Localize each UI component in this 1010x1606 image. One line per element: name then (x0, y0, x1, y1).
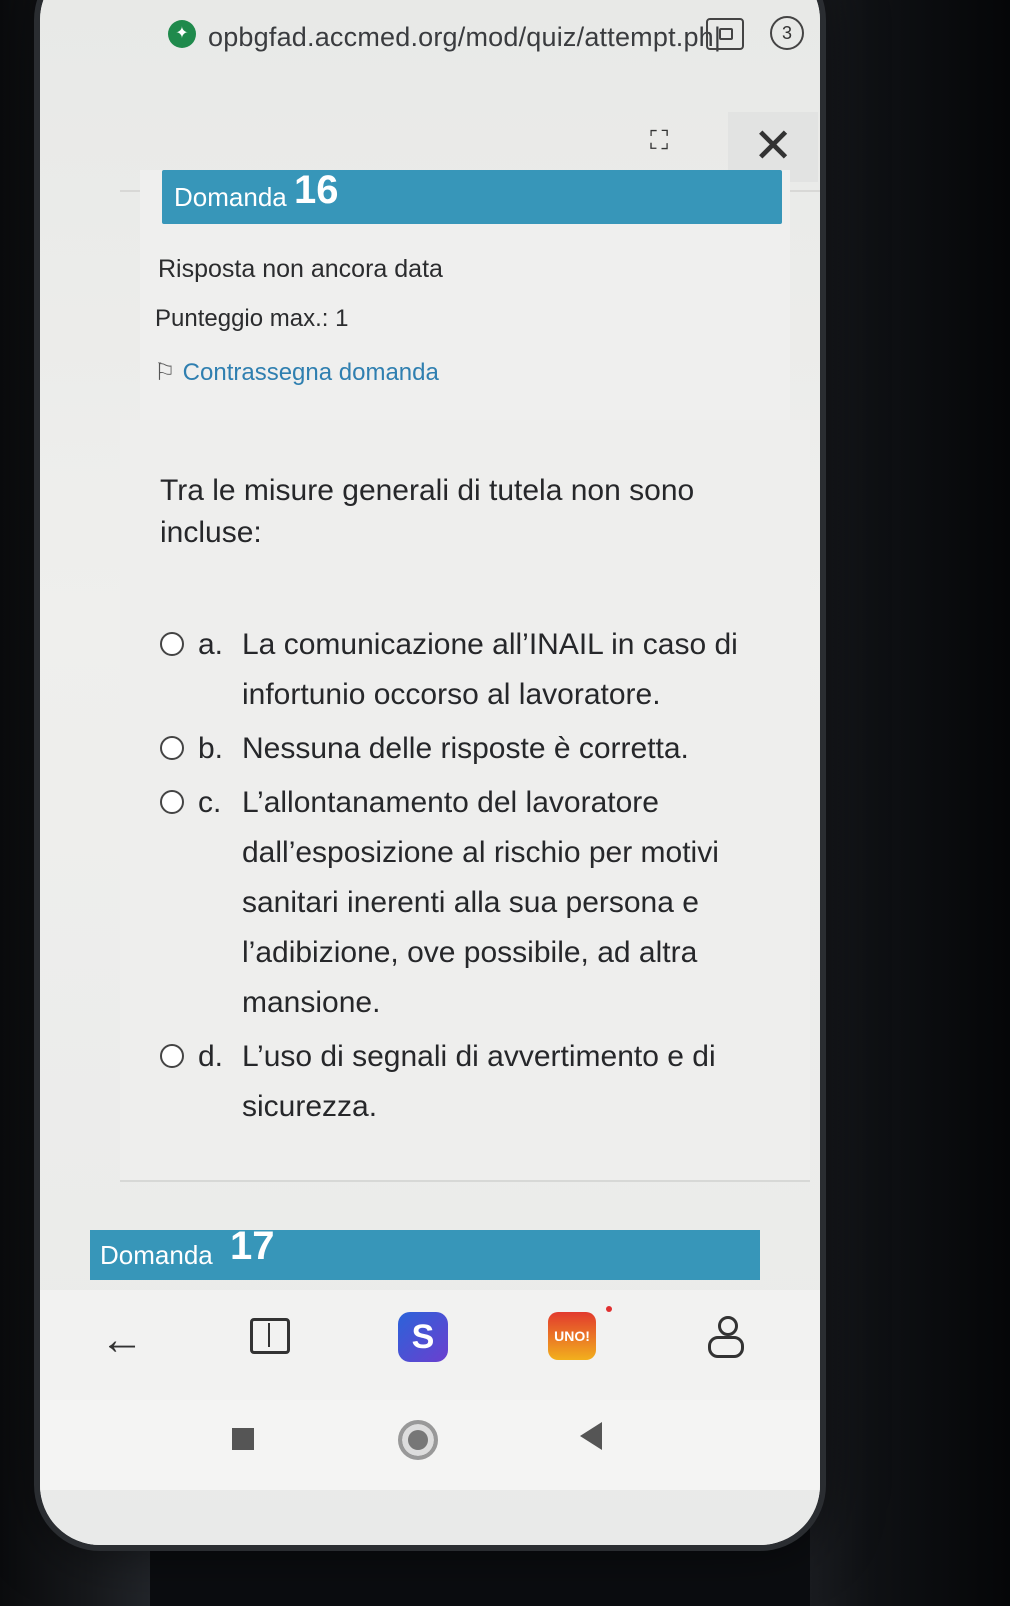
recents-icon[interactable] (232, 1428, 254, 1450)
system-nav-bar (40, 1400, 820, 1490)
collapse-icon[interactable]: ⛶ (650, 125, 680, 155)
app-s-icon[interactable]: S (398, 1312, 448, 1362)
answer-text: Nessuna delle risposte è corretta. (242, 732, 689, 765)
answer-letter: c. (198, 786, 222, 819)
home-icon[interactable] (398, 1420, 438, 1460)
answer-text: La comunicazione all’INAIL in caso di in… (242, 628, 738, 711)
url-text[interactable]: opbgfad.accmed.org/mod/quiz/attempt.ph| (208, 22, 721, 53)
next-question-label: Domanda (100, 1240, 213, 1270)
answer-option-d[interactable]: d. L’uso di segnali di avvertimento e di… (160, 1032, 800, 1132)
answer-letter: d. (198, 1040, 224, 1073)
book-icon[interactable] (250, 1318, 290, 1354)
answer-text: L’allontanamento del lavoratore dall’esp… (242, 786, 719, 1019)
flag-question-link[interactable]: ⚐ Contrassegna domanda (154, 358, 439, 387)
question-text: Tra le misure generali di tutela non son… (160, 474, 695, 549)
close-icon: ✕ (753, 120, 794, 173)
answer-letter: b. (198, 732, 224, 765)
question-number: 16 (294, 168, 339, 212)
browser-url-bar[interactable]: ✦ opbgfad.accmed.org/mod/quiz/attempt.ph… (40, 0, 820, 90)
radio-button[interactable] (160, 1044, 184, 1068)
question-info: Domanda 16 Risposta non ancora data Punt… (140, 168, 790, 420)
bottom-app-bar: ← S UNO! (40, 1290, 820, 1400)
question-label: Domanda (174, 182, 287, 212)
answer-letter: a. (198, 628, 224, 661)
question-banner: Domanda 16 (162, 168, 782, 224)
next-question-number: 17 (230, 1224, 275, 1268)
person-icon[interactable] (708, 1316, 744, 1360)
phone-frame: ✦ opbgfad.accmed.org/mod/quiz/attempt.ph… (40, 0, 820, 1545)
flag-icon: ⚐ (154, 359, 176, 386)
next-question-banner: Domanda 17 (90, 1224, 760, 1280)
secure-shield-icon: ✦ (168, 20, 196, 48)
radio-button[interactable] (160, 736, 184, 760)
question-score: Punteggio max.: 1 (155, 305, 349, 332)
briefcase-icon[interactable] (706, 18, 744, 50)
nav-back-icon[interactable] (580, 1422, 602, 1450)
answer-option-b[interactable]: b. Nessuna delle risposte è corretta. (160, 724, 800, 774)
radio-button[interactable] (160, 632, 184, 656)
question-content: Tra le misure generali di tutela non son… (120, 420, 810, 1182)
tab-count-button[interactable]: 3 (770, 16, 804, 50)
radio-button[interactable] (160, 790, 184, 814)
answer-option-a[interactable]: a. La comunicazione all’INAIL in caso di… (160, 620, 800, 720)
flag-label: Contrassegna domanda (182, 359, 439, 386)
answer-option-c[interactable]: c. L’allontanamento del lavoratore dall’… (160, 778, 800, 1028)
answer-text: L’uso di segnali di avvertimento e di si… (242, 1040, 716, 1123)
screen: ✦ opbgfad.accmed.org/mod/quiz/attempt.ph… (40, 0, 820, 1545)
answer-list: a. La comunicazione all’INAIL in caso di… (160, 620, 800, 1136)
background-right (810, 0, 1010, 1606)
uno-app-icon[interactable]: UNO! (548, 1312, 596, 1360)
question-status: Risposta non ancora data (158, 255, 443, 283)
back-arrow-icon[interactable]: ← (100, 1315, 144, 1365)
notification-dot (606, 1306, 612, 1312)
